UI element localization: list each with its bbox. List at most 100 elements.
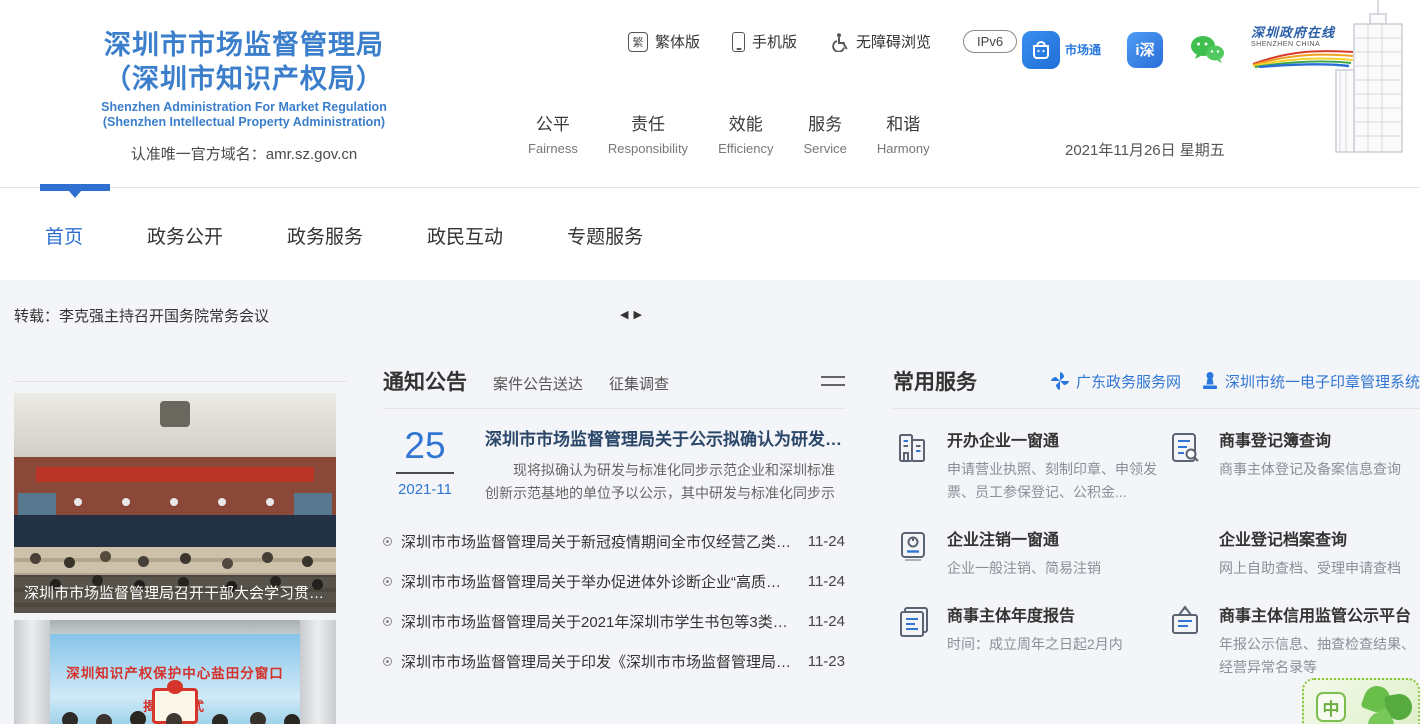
- mobile-version-link[interactable]: 手机版: [732, 31, 797, 52]
- featured-notice[interactable]: 25 2021-11 深圳市市场监督管理局关于公示拟确认为研发与标... 现将拟…: [383, 425, 845, 505]
- service-desc: 时间：成立周年之日起2月内: [947, 633, 1165, 656]
- notice-row[interactable]: 深圳市市场监督管理局关于举办促进体外诊断企业“高质量... 11-24: [383, 561, 845, 601]
- market-app-link[interactable]: 市场通: [1022, 31, 1101, 69]
- service-desc: 申请营业执照、刻制印章、申领发票、员工参保登记、公积金...: [947, 458, 1165, 504]
- notice-row[interactable]: 深圳市市场监督管理局关于印发《深圳市市场监督管理局商... 11-23: [383, 641, 845, 681]
- services-section: 常用服务 广东政务服务网: [893, 366, 1420, 701]
- ticker-arrows: ◀ ▶: [620, 308, 642, 321]
- featured-notice-datebox: 25 2021-11: [383, 425, 467, 505]
- hanging-board-icon: [1165, 602, 1205, 642]
- value-fairness: 公平 Fairness: [528, 110, 578, 156]
- service-open-business[interactable]: 开办企业一窗通 申请营业执照、刻制印章、申领发票、员工参保登记、公积金...: [893, 427, 1165, 504]
- site-title-en-line1: Shenzhen Administration For Market Regul…: [26, 100, 462, 115]
- carousel-slide-ceremony[interactable]: 深圳知识产权保护中心盐田分窗口 揭牌仪式: [14, 620, 336, 724]
- slide1-projector: [160, 401, 190, 427]
- accessibility-link[interactable]: 无障碍浏览: [829, 31, 931, 52]
- tab-case-announcements[interactable]: 案件公告送达: [493, 373, 583, 394]
- site-logo[interactable]: 深圳市市场监督管理局 （深圳市知识产权局） Shenzhen Administr…: [26, 28, 462, 164]
- traditional-chinese-icon: 繁: [628, 32, 648, 52]
- stamp-icon: [1201, 371, 1219, 391]
- power-device-icon: [893, 526, 933, 566]
- site-title-en-line2: (Shenzhen Intellectual Property Administ…: [26, 115, 462, 130]
- featured-notice-title[interactable]: 深圳市市场监督管理局关于公示拟确认为研发与标...: [485, 425, 845, 450]
- service-annual-report[interactable]: 商事主体年度报告 时间：成立周年之日起2月内: [893, 602, 1165, 679]
- i-shenzhen-app-icon[interactable]: i深: [1127, 32, 1163, 68]
- guangdong-gov-service-label: 广东政务服务网: [1076, 371, 1181, 392]
- service-title: 企业注销一窗通: [947, 526, 1165, 550]
- floating-green-widget[interactable]: 中: [1302, 678, 1420, 724]
- eseal-system-link[interactable]: 深圳市统一电子印章管理系统: [1201, 371, 1420, 392]
- service-desc: 网上自助查档、受理申请查档: [1219, 557, 1420, 580]
- nav-item-gov-disclosure[interactable]: 政务公开: [147, 222, 223, 249]
- service-desc: 年报公示信息、抽查检查结果、经营异常名录等: [1219, 633, 1420, 679]
- nav-item-interaction[interactable]: 政民互动: [427, 222, 503, 249]
- slide2-pillar-left: [14, 620, 50, 724]
- ticker-headline-link[interactable]: 李克强主持召开国务院常务会议: [59, 305, 269, 326]
- annual-report-icon: [893, 602, 933, 642]
- nav-item-home[interactable]: 首页: [45, 222, 83, 249]
- notice-row[interactable]: 深圳市市场监督管理局关于新冠疫情期间全市仅经营乙类非... 11-24: [383, 521, 845, 561]
- traditional-chinese-link[interactable]: 繁 繁体版: [628, 31, 700, 52]
- pinwheel-icon: [1050, 371, 1070, 391]
- notice-row[interactable]: 深圳市市场监督管理局关于2021年深圳市学生书包等3类产... 11-24: [383, 601, 845, 641]
- featured-notice-month: 2021-11: [383, 481, 467, 498]
- slide1-red-banner: [36, 467, 314, 482]
- service-credit-platform[interactable]: 商事主体信用监管公示平台 年报公示信息、抽查检查结果、经营异常名录等: [1165, 602, 1420, 679]
- notice-title: 深圳市市场监督管理局关于新冠疫情期间全市仅经营乙类非...: [401, 531, 792, 552]
- wechat-icon[interactable]: [1189, 34, 1225, 66]
- document-search-icon: [1165, 427, 1205, 467]
- bullet-icon: [383, 657, 392, 666]
- slide1-panelists: [74, 498, 82, 506]
- notice-title: 深圳市市场监督管理局关于2021年深圳市学生书包等3类产...: [401, 611, 792, 632]
- service-title: 开办企业一窗通: [947, 427, 1165, 451]
- value-responsibility: 责任 Responsibility: [608, 110, 688, 156]
- main-navbar: 首页 政务公开 政务服务 政民互动 专题服务: [0, 187, 1420, 280]
- ticker-prev-arrow[interactable]: ◀: [620, 308, 628, 321]
- carousel-divider: [14, 381, 347, 382]
- services-divider: [893, 408, 1420, 409]
- notices-divider: [383, 408, 845, 409]
- site-title-cn-line1: 深圳市市场监督管理局: [26, 28, 462, 62]
- notice-date: 11-24: [808, 613, 845, 630]
- page: 深圳市市场监督管理局 （深圳市知识产权局） Shenzhen Administr…: [0, 0, 1420, 724]
- slide2-pillar-right: [300, 620, 336, 724]
- mobile-phone-icon: [732, 32, 745, 52]
- featured-notice-summary: 现将拟确认为研发与标准化同步示范企业和深圳标准创新示范基地的单位予以公示，其中研…: [485, 459, 845, 505]
- nav-item-gov-services[interactable]: 政务服务: [287, 222, 363, 249]
- site-header: 深圳市市场监督管理局 （深圳市知识产权局） Shenzhen Administr…: [0, 0, 1420, 187]
- ipv6-badge[interactable]: IPv6: [963, 30, 1017, 53]
- official-domain-note: 认准唯一官方域名：amr.sz.gov.cn: [26, 143, 462, 164]
- service-title: 商事登记簿查询: [1219, 427, 1420, 451]
- header-app-links: 市场通 i深 深圳政府在线 SHENZHEN CHINA: [1022, 24, 1359, 75]
- bullet-icon: [383, 617, 392, 626]
- slide1-audience-heads: [30, 553, 41, 564]
- service-deregistration[interactable]: 企业注销一窗通 企业一般注销、简易注销: [893, 526, 1165, 580]
- notice-date: 11-24: [808, 533, 845, 550]
- service-desc: 商事主体登记及备案信息查询: [1219, 458, 1420, 481]
- guangdong-gov-service-link[interactable]: 广东政务服务网: [1050, 371, 1181, 392]
- slide2-ceiling-truss: [14, 620, 336, 634]
- ticker-next-arrow[interactable]: ▶: [633, 308, 641, 321]
- notices-section: 通知公告 案件公告送达 征集调查 25 2021-11 深圳市市场监督管理局关于…: [383, 366, 845, 681]
- bullet-icon: [383, 577, 392, 586]
- building-sketch: [1316, 0, 1420, 156]
- tab-surveys[interactable]: 征集调查: [609, 373, 669, 394]
- wheelchair-icon: [829, 32, 849, 52]
- slide1-wall: [14, 457, 336, 515]
- notices-title: 通知公告: [383, 366, 467, 396]
- widget-zhong-badge: 中: [1316, 692, 1346, 722]
- value-service: 服务 Service: [803, 110, 846, 156]
- nav-item-special-services[interactable]: 专题服务: [567, 222, 643, 249]
- slide2-banner-line1: 深圳知识产权保护中心盐田分窗口: [50, 662, 300, 682]
- services-title: 常用服务: [893, 366, 977, 396]
- nav-items: 首页 政务公开 政务服务 政民互动 专题服务: [45, 222, 643, 249]
- service-archive-search[interactable]: 企业登记档案查询 网上自助查档、受理申请查档: [1165, 526, 1420, 580]
- services-external-links: 广东政务服务网 深圳市统一电子印章管理系统: [1050, 371, 1420, 392]
- notice-date: 11-23: [808, 653, 845, 670]
- eseal-system-label: 深圳市统一电子印章管理系统: [1225, 371, 1420, 392]
- notices-more-icon[interactable]: [821, 370, 845, 392]
- business-building-icon: [893, 427, 933, 467]
- service-registry-search[interactable]: 商事登记簿查询 商事主体登记及备案信息查询: [1165, 427, 1420, 504]
- carousel-slide-meeting[interactable]: 深圳市市场监督管理局召开干部大会学习贯彻党的十...: [14, 393, 336, 613]
- market-app-label: 市场通: [1065, 41, 1101, 58]
